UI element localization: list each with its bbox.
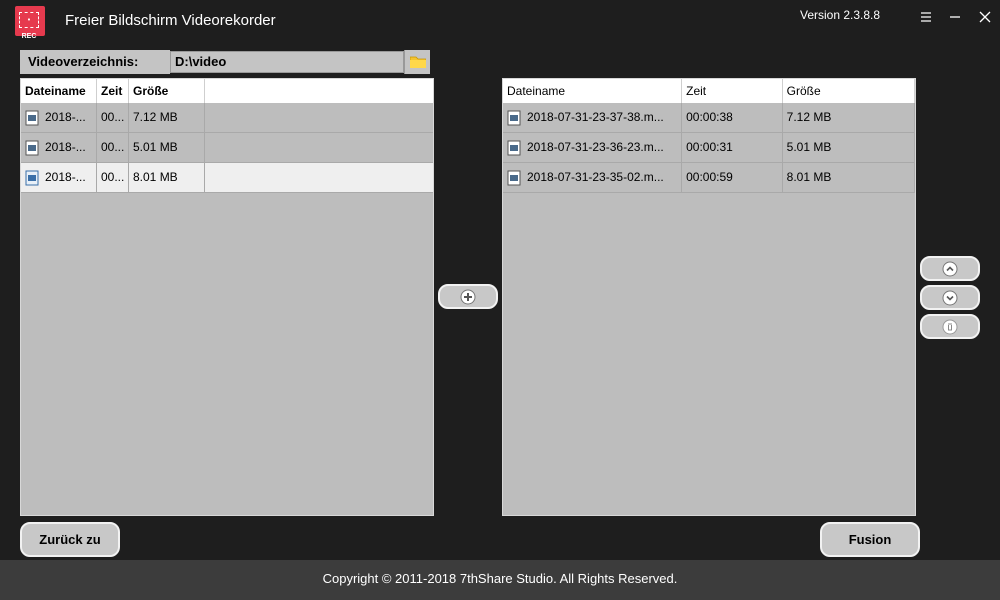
table-row-selected[interactable]: 2018-... 00... 8.01 MB [21,163,433,193]
video-file-icon [25,110,39,125]
directory-label: Videoverzeichnis: [20,50,170,74]
menu-icon[interactable] [916,8,936,28]
file-duration: 00:00:59 [682,163,783,192]
move-down-button[interactable] [920,285,980,310]
file-size: 7.12 MB [783,103,915,132]
title-bar: • REC Freier Bildschirm Videorekorder Ve… [0,0,1000,48]
table-row[interactable]: 2018-... 00... 5.01 MB [21,133,433,163]
plus-circle-icon [460,289,476,305]
file-size: 5.01 MB [783,133,915,162]
video-file-icon [507,140,521,155]
table-row[interactable]: 2018-07-31-23-35-02.m... 00:00:59 8.01 M… [503,163,915,193]
table-row[interactable]: 2018-07-31-23-37-38.m... 00:00:38 7.12 M… [503,103,915,133]
remove-icon [942,319,958,335]
column-header-time[interactable]: Zeit [682,79,783,103]
file-duration: 00... [97,163,129,192]
table-row[interactable]: 2018-... 00... 7.12 MB [21,103,433,133]
file-name: 2018-07-31-23-36-23.m... [527,140,664,154]
video-file-icon [507,110,521,125]
footer: Copyright © 2011-2018 7thShare Studio. A… [0,560,1000,600]
arrow-up-icon [942,261,958,277]
merge-file-list[interactable]: Dateiname Zeit Größe 2018-07-31-23-37-38… [502,78,916,516]
remove-button[interactable] [920,314,980,339]
file-duration: 00:00:38 [682,103,783,132]
file-name: 2018-... [45,170,86,184]
file-name: 2018-... [45,110,86,124]
app-title: Freier Bildschirm Videorekorder [65,12,276,29]
column-header-size[interactable]: Größe [783,79,915,103]
column-header-filename[interactable]: Dateiname [21,79,97,103]
minimize-icon[interactable] [945,8,965,28]
file-size: 5.01 MB [129,133,205,162]
add-to-merge-button[interactable] [438,284,498,309]
source-file-list[interactable]: Dateiname Zeit Größe 2018-... 00... 7.12… [20,78,434,516]
folder-icon [410,56,426,68]
move-up-button[interactable] [920,256,980,281]
video-file-icon [25,170,39,185]
file-size: 7.12 MB [129,103,205,132]
table-row[interactable]: 2018-07-31-23-36-23.m... 00:00:31 5.01 M… [503,133,915,163]
rec-logo-text: • REC [19,12,39,40]
file-duration: 00... [97,103,129,132]
file-duration: 00... [97,133,129,162]
column-header-size[interactable]: Größe [129,79,205,103]
file-name: 2018-07-31-23-35-02.m... [527,170,664,184]
table-header: Dateiname Zeit Größe [21,79,433,103]
app-logo: • REC [15,6,45,40]
file-duration: 00:00:31 [682,133,783,162]
file-name: 2018-... [45,140,86,154]
file-name: 2018-07-31-23-37-38.m... [527,110,664,124]
version-label: Version 2.3.8.8 [800,8,881,22]
table-header: Dateiname Zeit Größe [503,79,915,103]
video-file-icon [25,140,39,155]
directory-path-field[interactable]: D:\video [170,51,404,73]
file-size: 8.01 MB [129,163,205,192]
column-header-filename[interactable]: Dateiname [503,79,683,103]
file-size: 8.01 MB [783,163,915,192]
arrow-down-icon [942,290,958,306]
column-header-time[interactable]: Zeit [97,79,129,103]
close-icon[interactable] [975,8,995,28]
copyright-text: Copyright © 2011-2018 7thShare Studio. A… [322,571,678,586]
back-button[interactable]: Zurück zu [20,522,120,557]
browse-folder-button[interactable] [404,50,430,74]
video-file-icon [507,170,521,185]
fusion-button[interactable]: Fusion [820,522,920,557]
